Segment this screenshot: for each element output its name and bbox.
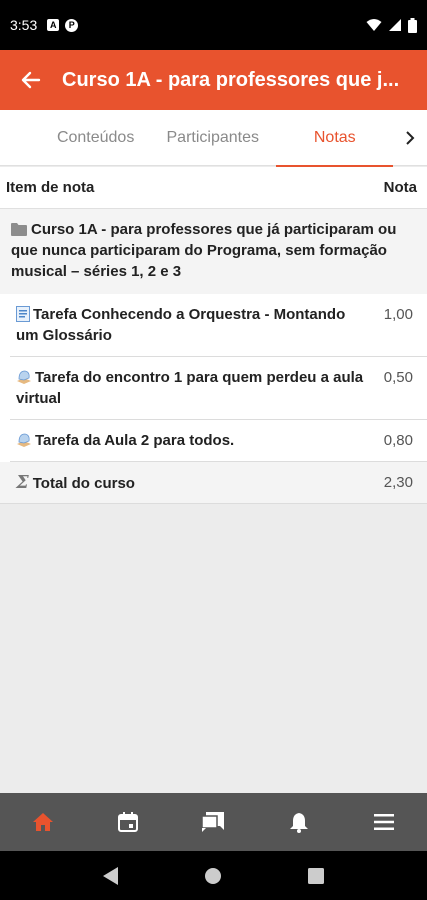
battery-icon <box>408 17 417 33</box>
tabs-next-button[interactable] <box>393 110 427 165</box>
grade-item-name[interactable]: Tarefa Conhecendo a Orquestra - Montando… <box>16 306 345 344</box>
system-home-icon[interactable] <box>205 867 222 884</box>
tab-conteudos[interactable]: Conteúdos <box>50 110 141 166</box>
status-bar: 3:53 A P <box>0 0 427 50</box>
nav-home-button[interactable] <box>13 793 73 851</box>
page-title: Curso 1A - para professores que j... <box>62 68 400 91</box>
grade-item-column-header: Item de nota <box>6 179 95 196</box>
app-bar: Curso 1A - para professores que j... <box>0 50 427 110</box>
grade-item-name[interactable]: Tarefa da Aula 2 para todos. <box>35 432 234 449</box>
home-icon <box>32 813 53 831</box>
grade-category-row: Curso 1A - para professores que já parti… <box>0 209 427 294</box>
back-button[interactable] <box>0 50 62 110</box>
grades-header: Item de nota Nota <box>0 167 427 209</box>
status-time: 3:53 <box>10 17 38 33</box>
glossary-icon <box>16 306 30 322</box>
messages-icon <box>202 812 225 832</box>
grade-category-name: Curso 1A - para professores que já parti… <box>11 221 397 280</box>
calendar-icon <box>118 812 139 832</box>
grade-item-value: 0,80 <box>383 432 413 449</box>
tab-notas[interactable]: Notas <box>276 110 394 167</box>
tab-bar: Conteúdos Participantes Notas <box>0 110 427 167</box>
nav-messages-button[interactable] <box>183 793 243 851</box>
main-content: Item de nota Nota Curso 1A - para profes… <box>0 167 427 793</box>
course-total-label: Total do curso <box>32 475 135 492</box>
grade-item-row[interactable]: Tarefa da Aula 2 para todos. 0,80 <box>10 420 427 462</box>
grade-item-value: 1,00 <box>383 306 413 323</box>
course-total-row: Σ Total do curso 2,30 <box>0 462 427 504</box>
chevron-right-icon <box>406 130 415 145</box>
grade-item-row[interactable]: Tarefa do encontro 1 para quem perdeu a … <box>10 357 427 420</box>
assignment-icon <box>17 370 31 384</box>
grade-column-header: Nota <box>383 179 417 196</box>
assignment-icon <box>17 433 31 447</box>
system-recents-icon[interactable] <box>307 867 324 884</box>
bottom-navigation <box>0 793 427 851</box>
grade-item-value: 0,50 <box>383 369 413 386</box>
arrow-left-icon <box>21 71 41 89</box>
grade-item-row[interactable]: Tarefa Conhecendo a Orquestra - Montando… <box>10 294 427 357</box>
notification-a-icon: A <box>47 19 60 31</box>
notification-p-icon: P <box>65 18 79 32</box>
tab-participantes[interactable]: Participantes <box>149 110 276 166</box>
system-navigation-bar <box>0 851 427 900</box>
folder-icon <box>11 223 27 236</box>
notifications-icon <box>289 812 308 833</box>
menu-icon <box>374 814 395 830</box>
grade-item-name[interactable]: Tarefa do encontro 1 para quem perdeu a … <box>16 369 363 407</box>
course-total-value: 2,30 <box>383 474 413 491</box>
sigma-icon: Σ <box>16 472 29 493</box>
nav-calendar-button[interactable] <box>98 793 158 851</box>
nav-notifications-button[interactable] <box>269 793 329 851</box>
signal-icon <box>389 19 401 31</box>
grades-table: Item de nota Nota Curso 1A - para profes… <box>0 167 427 504</box>
wifi-icon <box>366 19 382 31</box>
system-back-icon[interactable] <box>103 866 119 885</box>
nav-menu-button[interactable] <box>354 793 414 851</box>
